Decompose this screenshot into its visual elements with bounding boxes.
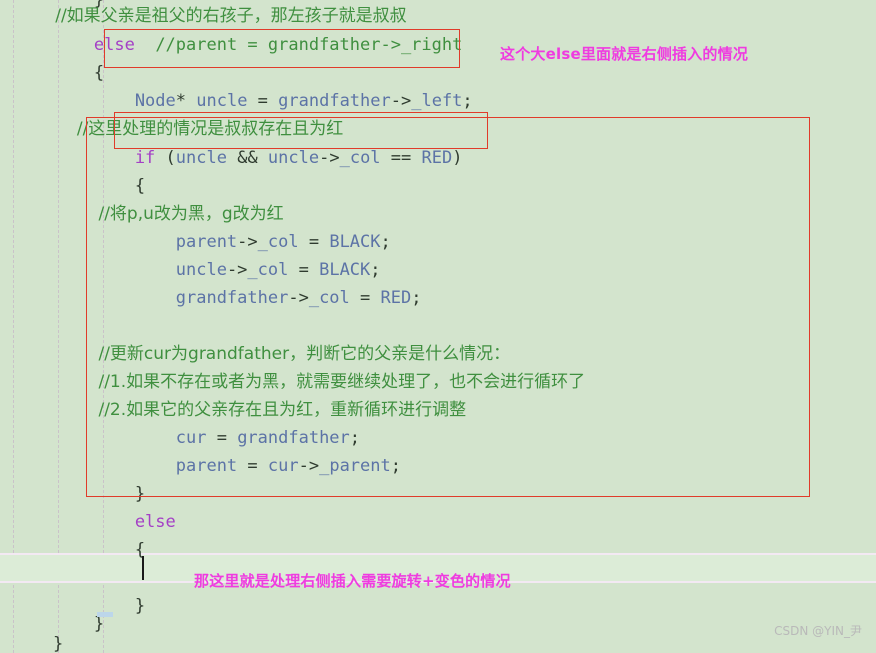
code-token: -> (237, 232, 258, 252)
code-line[interactable]: else (0, 508, 876, 536)
code-token: //parent = grandfather->_right (145, 35, 463, 55)
code-token: { (12, 540, 146, 560)
code-token: ; (390, 456, 401, 476)
code-token: RED (380, 288, 412, 308)
code-token: RED (421, 148, 453, 168)
text-caret (142, 556, 144, 580)
annotation-rotate-recolor: 那这里就是处理右侧插入需要旋转+变色的情况 (194, 572, 511, 590)
code-token: -> (288, 288, 309, 308)
code-token: * (175, 91, 197, 111)
code-line[interactable] (0, 312, 876, 340)
code-line[interactable]: uncle->_col = BLACK; (0, 256, 876, 284)
code-line[interactable]: if (uncle && uncle->_col == RED) (0, 144, 876, 172)
code-line[interactable]: grandfather->_col = RED; (0, 284, 876, 312)
code-token: //1.如果不存在或者为黑，就需要继续处理了，也不会进行循环了 (12, 372, 586, 392)
code-token: = (349, 288, 381, 308)
code-token: else (12, 512, 176, 532)
code-token: if (12, 148, 156, 168)
code-token: -> (298, 456, 320, 476)
code-line[interactable]: //更新cur为grandfather，判断它的父亲是什么情况： (0, 340, 876, 368)
code-token: BLACK (329, 232, 381, 252)
code-token: ; (380, 232, 391, 252)
code-token: ( (155, 148, 176, 168)
code-token: uncle (196, 91, 248, 111)
code-token: { (12, 176, 146, 196)
code-token: ; (370, 260, 381, 280)
code-token: -> (390, 91, 412, 111)
code-token: grandfather (237, 428, 350, 448)
code-line[interactable]: } (0, 480, 876, 508)
code-line[interactable]: cur = grandfather; (0, 424, 876, 452)
code-line[interactable]: //1.如果不存在或者为黑，就需要继续处理了，也不会进行循环了 (0, 368, 876, 396)
code-token: parent (12, 456, 238, 476)
code-token: _col (247, 260, 289, 280)
code-line[interactable]: //2.如果它的父亲存在且为红，重新循环进行调整 (0, 396, 876, 424)
code-token: //如果父亲是祖父的右孩子，那左孩子就是叔叔 (12, 6, 407, 26)
code-token: { (12, 63, 105, 83)
code-token: } (12, 634, 64, 653)
code-token: _col (257, 232, 299, 252)
code-token: //更新cur为grandfather，判断它的父亲是什么情况： (12, 344, 511, 364)
code-line[interactable]: { (0, 172, 876, 200)
code-token: parent (12, 232, 238, 252)
code-token: -> (226, 260, 248, 280)
code-editor-viewport[interactable]: } //如果父亲是祖父的右孩子，那左孩子就是叔叔 else //parent =… (0, 0, 876, 653)
code-token: uncle (175, 148, 227, 168)
code-token: ; (411, 288, 422, 308)
code-line[interactable]: parent = cur->_parent; (0, 452, 876, 480)
code-token: grandfather (12, 288, 289, 308)
code-token: _left (411, 91, 463, 111)
code-line[interactable]: //这里处理的情况是叔叔存在且为红 (0, 115, 876, 143)
code-token: uncle (12, 260, 227, 280)
watermark: CSDN @YIN_尹 (774, 624, 862, 638)
code-token: Node (12, 91, 176, 111)
code-token: && (226, 148, 268, 168)
code-token: = (206, 428, 238, 448)
code-token: BLACK (319, 260, 371, 280)
code-token: else (12, 35, 135, 55)
code-token: = (247, 91, 279, 111)
code-token: ) (452, 148, 463, 168)
code-token: cur (267, 456, 299, 476)
code-token: _parent (319, 456, 391, 476)
code-token: grandfather (278, 91, 391, 111)
code-token: = (237, 456, 268, 476)
code-token: } (12, 484, 146, 504)
code-token: //这里处理的情况是叔叔存在且为红 (12, 119, 344, 139)
annotation-right-insert-case: 这个大else里面就是右侧插入的情况 (500, 45, 749, 63)
code-token: _col (308, 288, 350, 308)
code-token: = (298, 232, 330, 252)
code-line[interactable]: //将p,u改为黑，g改为红 (0, 200, 876, 228)
code-token: = (288, 260, 320, 280)
code-token: //2.如果它的父亲存在且为红，重新循环进行调整 (12, 400, 467, 420)
code-token: _col (339, 148, 381, 168)
code-token: cur (12, 428, 207, 448)
code-token: ; (462, 91, 473, 111)
code-line[interactable]: Node* uncle = grandfather->_left; (0, 87, 876, 115)
code-token: ; (349, 428, 361, 448)
code-line[interactable]: parent->_col = BLACK; (0, 228, 876, 256)
code-token: //将p,u改为黑，g改为红 (12, 204, 284, 224)
code-token: -> (319, 148, 340, 168)
code-line[interactable]: { (0, 536, 876, 564)
brace-match-highlight (97, 612, 113, 617)
code-token: uncle (267, 148, 320, 168)
code-line[interactable]: } (0, 630, 876, 653)
code-line[interactable]: //如果父亲是祖父的右孩子，那左孩子就是叔叔 (0, 2, 876, 30)
code-token: == (380, 148, 422, 168)
